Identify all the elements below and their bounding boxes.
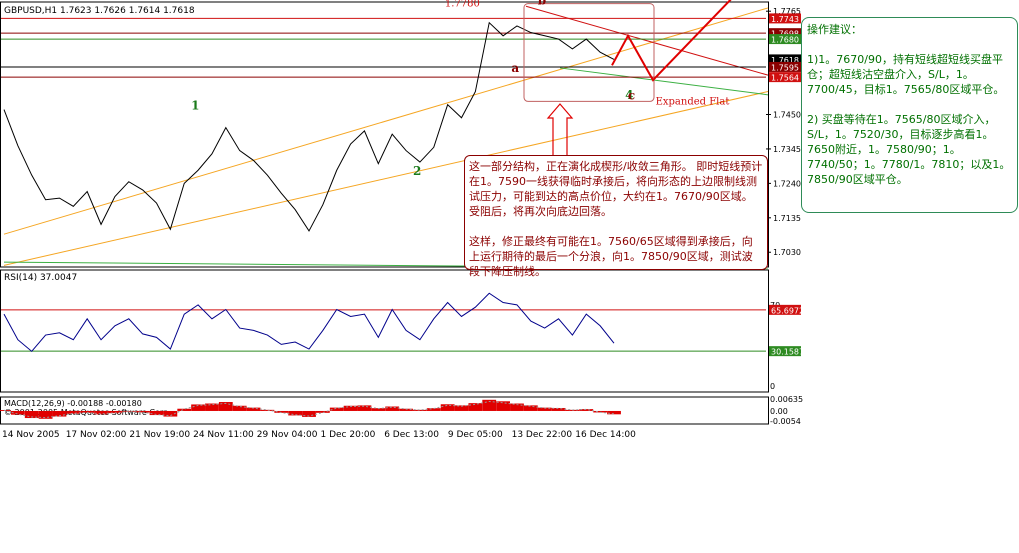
price-tick-label: 1.7240	[773, 179, 801, 188]
price-header: GBPUSD,H1 1.7623 1.7626 1.7614 1.7618	[4, 6, 195, 16]
price-tag-label: 1.7595	[771, 63, 799, 72]
wedge-upper-line	[525, 5, 769, 76]
macd-bar	[607, 410, 621, 415]
macd-bar	[177, 408, 192, 411]
price-tag-label: 1.7680	[771, 36, 799, 45]
price-tick-label: 1.7030	[773, 248, 801, 257]
price-tick-label: 1.7450	[773, 111, 801, 120]
trading-advice-note: 操作建议： 1)1。7670/90，持有短线超短线买盘平仓；超短线沽空盘介入，S…	[801, 17, 1018, 213]
macd-panel: MACD(12,26,9) -0.00188 -0.00180© 2001-20…	[0, 395, 803, 426]
x-tick-label: 13 Dec 22:00	[512, 430, 573, 440]
macd-tick-label: 0.00	[770, 407, 788, 416]
x-tick-label: 16 Dec 14:00	[575, 430, 636, 440]
price-tick-label: 1.7135	[773, 214, 801, 223]
rsi-tick-label: 0	[770, 382, 775, 391]
x-axis: 14 Nov 2005 17 Nov 02:00 21 Nov 19:00 24 No…	[2, 430, 636, 440]
rsi-panel: RSI(14) 37.00477030065.697230.1587	[0, 269, 804, 393]
annotation-label: Expanded Flat	[656, 97, 730, 108]
x-tick-label: 6 Dec 13:00	[384, 430, 439, 440]
wave-label: 1	[191, 99, 199, 113]
analysis-note: 这一部分结构，正在演化成楔形/收敛三角形。 即时短线预计在1。7590一线获得临…	[464, 155, 768, 278]
x-tick-label: 24 Nov 11:00	[193, 430, 254, 440]
support-arrow	[546, 103, 574, 158]
macd-bar	[149, 410, 164, 416]
x-tick-label: 14 Nov 2005	[2, 430, 60, 440]
wedge-lower-line	[559, 67, 769, 96]
wave-label: c	[628, 89, 635, 103]
macd-bar	[66, 410, 81, 414]
wave-label: 3	[496, 0, 504, 3]
x-tick-label: 9 Dec 05:00	[448, 430, 503, 440]
x-tick-label: 21 Nov 19:00	[129, 430, 190, 440]
rsi-frame	[0, 269, 769, 393]
forecast-path	[611, 0, 732, 82]
x-tick-label: 17 Nov 02:00	[66, 430, 127, 440]
wave-label: a	[511, 61, 519, 75]
macd-tick-label: -0.0054	[770, 417, 801, 426]
rsi-level-label: 65.6972	[771, 306, 804, 315]
macd-tick-label: 0.00635	[770, 395, 803, 404]
wave-label: b	[538, 0, 546, 8]
macd-bar	[523, 405, 538, 411]
macd-header: MACD(12,26,9) -0.00188 -0.00180	[4, 399, 142, 408]
price-tick-label: 1.7345	[773, 145, 801, 154]
macd-bar	[232, 405, 247, 411]
price-tag-label: 1.7743	[771, 15, 799, 24]
x-tick-label: 1 Dec 20:00	[321, 430, 376, 440]
macd-bar	[440, 404, 455, 411]
rsi-level-label: 30.1587	[771, 348, 804, 357]
wave-label: 2	[413, 164, 421, 178]
rsi-line	[3, 292, 615, 353]
x-tick-label: 29 Nov 04:00	[257, 430, 318, 440]
annotation-label: 1.7780	[445, 0, 480, 10]
price-tag-label: 1.7564	[771, 74, 799, 83]
rsi-header: RSI(14) 37.0047	[4, 273, 77, 283]
macd-bar	[468, 403, 483, 411]
